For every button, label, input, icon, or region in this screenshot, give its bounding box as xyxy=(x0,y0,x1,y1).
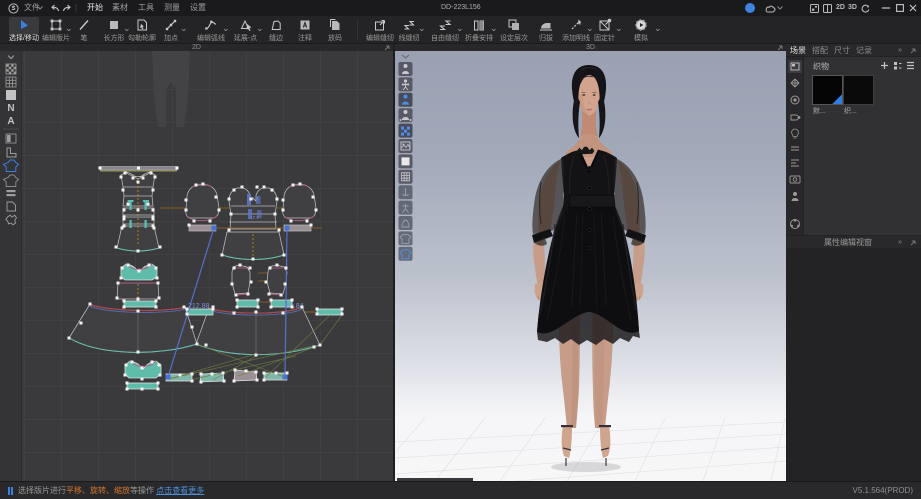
svg-text:212.88: 212.88 xyxy=(188,303,210,310)
svg-text:17.2: 17.2 xyxy=(250,215,259,220)
svg-text:N: N xyxy=(7,103,14,114)
svg-text:8.4: 8.4 xyxy=(252,196,259,201)
svg-text:A: A xyxy=(7,116,14,127)
